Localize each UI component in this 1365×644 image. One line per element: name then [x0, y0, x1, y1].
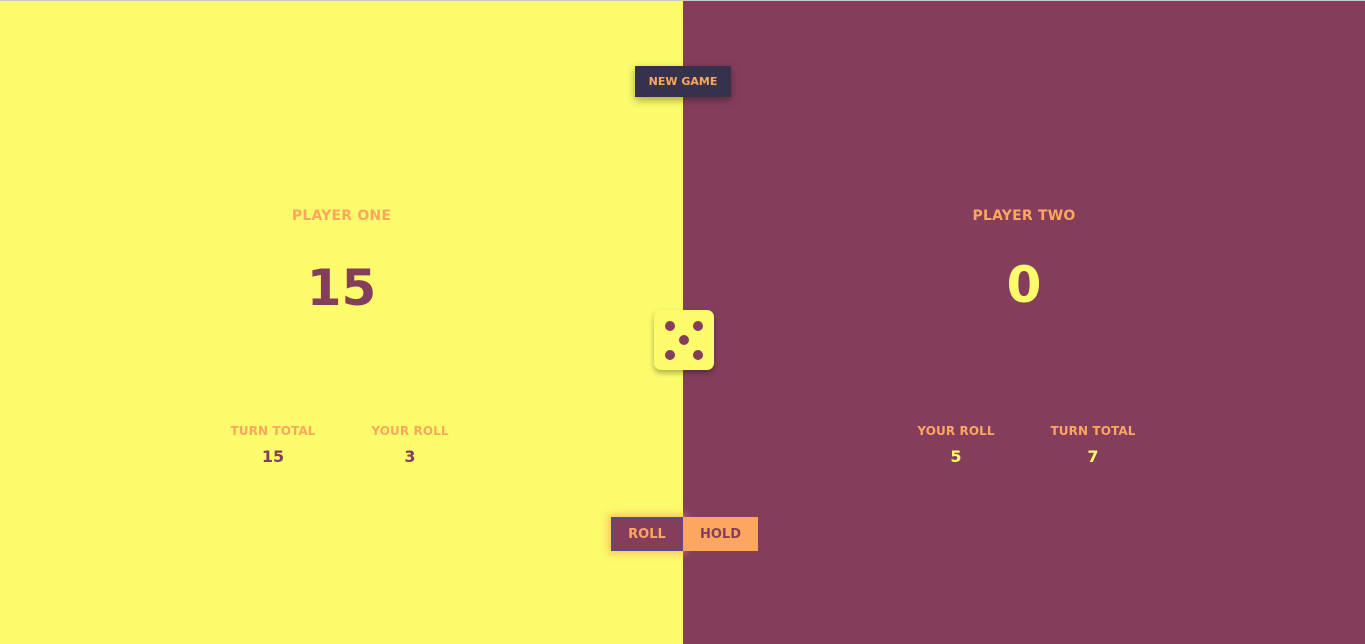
your-roll-value: 3: [404, 447, 416, 466]
game-board: PLAYER ONE 15 TURN TOTAL 15 YOUR ROLL 3 …: [0, 0, 1365, 644]
die-pip: [693, 321, 703, 331]
turn-total-label: TURN TOTAL: [230, 424, 316, 438]
turn-total-label: TURN TOTAL: [1050, 424, 1136, 438]
player-two-panel: PLAYER TWO 0 YOUR ROLL 5 TURN TOTAL 7: [683, 1, 1365, 644]
die-five-icon: [654, 310, 714, 370]
turn-total-value: 7: [1087, 447, 1099, 466]
your-roll-label: YOUR ROLL: [917, 424, 995, 438]
player-two-your-roll: YOUR ROLL 5: [886, 424, 1026, 466]
roll-button[interactable]: ROLL: [611, 517, 683, 551]
player-one-turn-total: TURN TOTAL 15: [203, 424, 343, 466]
turn-total-value: 15: [261, 447, 285, 466]
your-roll-label: YOUR ROLL: [371, 424, 449, 438]
player-one-name: PLAYER ONE: [291, 208, 392, 224]
player-one-score: 15: [306, 259, 377, 317]
player-two-turn-total: TURN TOTAL 7: [1023, 424, 1163, 466]
player-two-name: PLAYER TWO: [972, 208, 1076, 224]
hold-button[interactable]: HOLD: [683, 517, 758, 551]
die-pip: [665, 350, 675, 360]
your-roll-value: 5: [950, 447, 962, 466]
die-pip: [693, 350, 703, 360]
player-one-panel: PLAYER ONE 15 TURN TOTAL 15 YOUR ROLL 3: [0, 1, 683, 644]
new-game-button[interactable]: NEW GAME: [635, 66, 731, 97]
die-pip: [665, 321, 675, 331]
player-one-your-roll: YOUR ROLL 3: [340, 424, 480, 466]
die-pip: [679, 335, 689, 345]
player-two-score: 0: [1006, 256, 1042, 314]
